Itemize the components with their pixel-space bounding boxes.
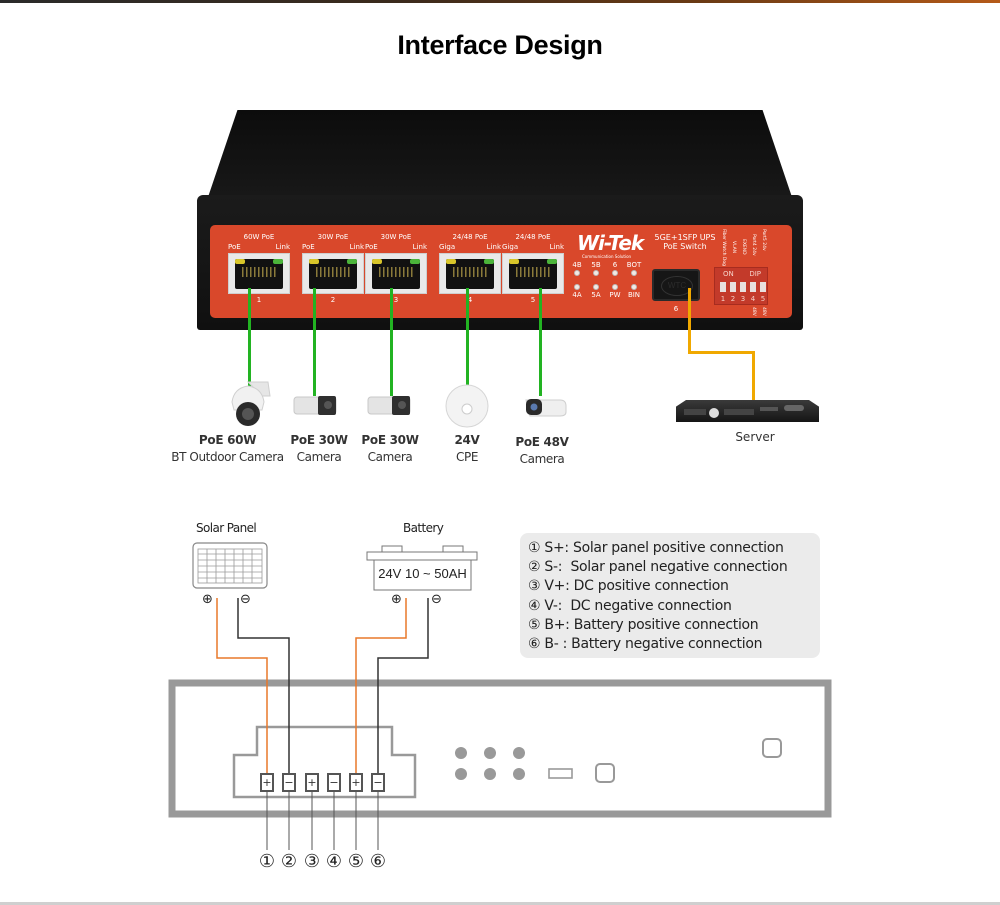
legend-item: ⑤ B+: Battery positive connection [528,616,759,633]
solar-panel-icon [192,542,268,589]
battery-plus-symbol: ⊕ [391,592,402,607]
legend-item: ③ V+: DC positive connection [528,578,729,595]
wiring-diagram [168,542,832,850]
device-rear-outline [168,679,832,818]
solar-plus-symbol: ⊕ [202,592,213,607]
terminal-number: ⑤ [347,851,365,872]
terminal-number: ④ [325,851,343,872]
terminal-number: ② [280,851,298,872]
legend-item: ① S+: Solar panel positive connection [528,540,784,556]
legend-item: ⑥ B- : Battery negative connection [528,636,763,653]
terminal-sign: + [262,776,272,789]
battery-minus-symbol: ⊖ [431,592,442,607]
terminal-number: ① [258,851,276,872]
terminal-block [260,773,385,792]
terminal-sign: − [329,776,339,789]
terminal-sign: − [284,776,294,789]
terminal-number: ③ [303,851,321,872]
terminal-number: ⑥ [369,851,387,872]
terminal-sign: + [351,776,361,789]
battery-spec: 24V 10 ~ 50AH [378,566,467,581]
terminal-sign: − [373,776,383,789]
terminal-sign: + [307,776,317,789]
connection-legend: ① S+: Solar panel positive connection ② … [520,533,820,658]
solar-minus-symbol: ⊖ [240,592,251,607]
legend-item: ② S-: Solar panel negative connection [528,559,788,576]
legend-item: ④ V-: DC negative connection [528,597,732,614]
